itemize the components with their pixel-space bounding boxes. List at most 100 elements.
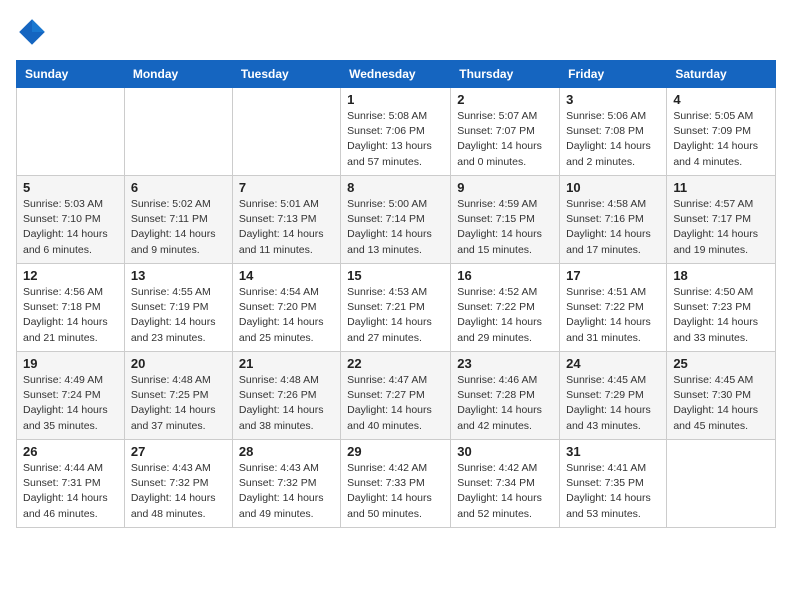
day-info: Sunrise: 5:01 AM Sunset: 7:13 PM Dayligh…: [239, 197, 334, 258]
calendar-week-row: 19Sunrise: 4:49 AM Sunset: 7:24 PM Dayli…: [17, 352, 776, 440]
day-number: 9: [457, 180, 553, 195]
logo: [16, 16, 52, 48]
calendar-week-row: 12 Sunrise: 4:56 AM Sunset: 7:18 PM Dayli…: [17, 264, 776, 352]
day-info: Sunrise: 4:56 AM Sunset: 7:18 PM Dayligh…: [23, 285, 118, 346]
day-number: 16: [457, 268, 553, 283]
day-number: 21: [239, 356, 334, 371]
calendar-day-cell: [124, 88, 232, 176]
day-info: Sunrise: 4:52 AM Sunset: 7:22 PM Dayligh…: [457, 285, 553, 346]
calendar-day-cell: 9 Sunrise: 4:59 AM Sunset: 7:15 PM Daylig…: [451, 176, 560, 264]
weekday-header-cell: Sunday: [17, 61, 125, 88]
calendar-day-cell: 13 Sunrise: 4:55 AM Sunset: 7:19 PM Dayli…: [124, 264, 232, 352]
weekday-header-row: SundayMondayTuesdayWednesdayThursdayFrid…: [17, 61, 776, 88]
calendar-day-cell: 12 Sunrise: 4:56 AM Sunset: 7:18 PM Dayli…: [17, 264, 125, 352]
day-number: 11: [673, 180, 769, 195]
calendar-day-cell: 10 Sunrise: 4:58 AM Sunset: 7:16 PM Dayli…: [560, 176, 667, 264]
day-number: 24: [566, 356, 660, 371]
day-number: 5: [23, 180, 118, 195]
calendar-week-row: 26Sunrise: 4:44 AM Sunset: 7:31 PM Dayli…: [17, 440, 776, 528]
day-info: Sunrise: 4:57 AM Sunset: 7:17 PM Dayligh…: [673, 197, 769, 258]
day-number: 31: [566, 444, 660, 459]
calendar-day-cell: 28 Sunrise: 4:43 AM Sunset: 7:32 PM Dayli…: [232, 440, 340, 528]
calendar-day-cell: 20Sunrise: 4:48 AM Sunset: 7:25 PM Dayli…: [124, 352, 232, 440]
day-number: 14: [239, 268, 334, 283]
day-number: 7: [239, 180, 334, 195]
day-info: Sunrise: 5:06 AM Sunset: 7:08 PM Dayligh…: [566, 109, 660, 170]
day-number: 29: [347, 444, 444, 459]
day-info: Sunrise: 5:08 AM Sunset: 7:06 PM Dayligh…: [347, 109, 444, 170]
day-number: 13: [131, 268, 226, 283]
calendar-day-cell: 29 Sunrise: 4:42 AM Sunset: 7:33 PM Dayli…: [341, 440, 451, 528]
calendar-day-cell: 24 Sunrise: 4:45 AM Sunset: 7:29 PM Dayli…: [560, 352, 667, 440]
calendar-body: 1 Sunrise: 5:08 AM Sunset: 7:06 PM Daylig…: [17, 88, 776, 528]
day-number: 30: [457, 444, 553, 459]
calendar-day-cell: 14 Sunrise: 4:54 AM Sunset: 7:20 PM Dayli…: [232, 264, 340, 352]
calendar-week-row: 1 Sunrise: 5:08 AM Sunset: 7:06 PM Daylig…: [17, 88, 776, 176]
calendar-day-cell: 2Sunrise: 5:07 AM Sunset: 7:07 PM Daylig…: [451, 88, 560, 176]
day-number: 20: [131, 356, 226, 371]
day-number: 2: [457, 92, 553, 107]
calendar-day-cell: 23Sunrise: 4:46 AM Sunset: 7:28 PM Dayli…: [451, 352, 560, 440]
day-info: Sunrise: 4:47 AM Sunset: 7:27 PM Dayligh…: [347, 373, 444, 434]
weekday-header-cell: Friday: [560, 61, 667, 88]
calendar-table: SundayMondayTuesdayWednesdayThursdayFrid…: [16, 60, 776, 528]
day-info: Sunrise: 4:55 AM Sunset: 7:19 PM Dayligh…: [131, 285, 226, 346]
day-info: Sunrise: 5:05 AM Sunset: 7:09 PM Dayligh…: [673, 109, 769, 170]
day-number: 6: [131, 180, 226, 195]
day-info: Sunrise: 4:45 AM Sunset: 7:29 PM Dayligh…: [566, 373, 660, 434]
day-info: Sunrise: 4:59 AM Sunset: 7:15 PM Dayligh…: [457, 197, 553, 258]
day-info: Sunrise: 4:49 AM Sunset: 7:24 PM Dayligh…: [23, 373, 118, 434]
day-number: 3: [566, 92, 660, 107]
day-number: 25: [673, 356, 769, 371]
weekday-header-cell: Thursday: [451, 61, 560, 88]
day-number: 22: [347, 356, 444, 371]
calendar-day-cell: 21 Sunrise: 4:48 AM Sunset: 7:26 PM Dayli…: [232, 352, 340, 440]
calendar-day-cell: [17, 88, 125, 176]
day-info: Sunrise: 4:48 AM Sunset: 7:26 PM Dayligh…: [239, 373, 334, 434]
day-info: Sunrise: 4:41 AM Sunset: 7:35 PM Dayligh…: [566, 461, 660, 522]
weekday-header-cell: Saturday: [667, 61, 776, 88]
day-info: Sunrise: 5:00 AM Sunset: 7:14 PM Dayligh…: [347, 197, 444, 258]
day-number: 1: [347, 92, 444, 107]
logo-icon: [16, 16, 48, 48]
day-number: 27: [131, 444, 226, 459]
day-info: Sunrise: 4:43 AM Sunset: 7:32 PM Dayligh…: [239, 461, 334, 522]
day-info: Sunrise: 4:42 AM Sunset: 7:33 PM Dayligh…: [347, 461, 444, 522]
day-number: 17: [566, 268, 660, 283]
day-info: Sunrise: 4:50 AM Sunset: 7:23 PM Dayligh…: [673, 285, 769, 346]
day-number: 4: [673, 92, 769, 107]
calendar-day-cell: 4 Sunrise: 5:05 AM Sunset: 7:09 PM Daylig…: [667, 88, 776, 176]
day-number: 8: [347, 180, 444, 195]
day-number: 12: [23, 268, 118, 283]
calendar-day-cell: 6 Sunrise: 5:02 AM Sunset: 7:11 PM Daylig…: [124, 176, 232, 264]
day-number: 15: [347, 268, 444, 283]
weekday-header-cell: Wednesday: [341, 61, 451, 88]
calendar-day-cell: 8 Sunrise: 5:00 AM Sunset: 7:14 PM Daylig…: [341, 176, 451, 264]
day-info: Sunrise: 4:46 AM Sunset: 7:28 PM Dayligh…: [457, 373, 553, 434]
weekday-header-cell: Monday: [124, 61, 232, 88]
calendar-day-cell: [232, 88, 340, 176]
calendar-day-cell: 18Sunrise: 4:50 AM Sunset: 7:23 PM Dayli…: [667, 264, 776, 352]
day-info: Sunrise: 5:02 AM Sunset: 7:11 PM Dayligh…: [131, 197, 226, 258]
calendar-week-row: 5Sunrise: 5:03 AM Sunset: 7:10 PM Daylig…: [17, 176, 776, 264]
calendar-day-cell: 15 Sunrise: 4:53 AM Sunset: 7:21 PM Dayli…: [341, 264, 451, 352]
calendar-day-cell: 25 Sunrise: 4:45 AM Sunset: 7:30 PM Dayli…: [667, 352, 776, 440]
page-header: [16, 16, 776, 48]
calendar-day-cell: 16 Sunrise: 4:52 AM Sunset: 7:22 PM Dayli…: [451, 264, 560, 352]
calendar-day-cell: 1 Sunrise: 5:08 AM Sunset: 7:06 PM Daylig…: [341, 88, 451, 176]
calendar-day-cell: 3 Sunrise: 5:06 AM Sunset: 7:08 PM Daylig…: [560, 88, 667, 176]
day-info: Sunrise: 4:51 AM Sunset: 7:22 PM Dayligh…: [566, 285, 660, 346]
calendar-day-cell: 17 Sunrise: 4:51 AM Sunset: 7:22 PM Dayli…: [560, 264, 667, 352]
day-info: Sunrise: 4:45 AM Sunset: 7:30 PM Dayligh…: [673, 373, 769, 434]
calendar-day-cell: 26Sunrise: 4:44 AM Sunset: 7:31 PM Dayli…: [17, 440, 125, 528]
day-info: Sunrise: 4:54 AM Sunset: 7:20 PM Dayligh…: [239, 285, 334, 346]
day-number: 26: [23, 444, 118, 459]
day-number: 28: [239, 444, 334, 459]
calendar-day-cell: 30 Sunrise: 4:42 AM Sunset: 7:34 PM Dayli…: [451, 440, 560, 528]
day-number: 10: [566, 180, 660, 195]
day-info: Sunrise: 4:43 AM Sunset: 7:32 PM Dayligh…: [131, 461, 226, 522]
weekday-header-cell: Tuesday: [232, 61, 340, 88]
day-info: Sunrise: 4:58 AM Sunset: 7:16 PM Dayligh…: [566, 197, 660, 258]
day-info: Sunrise: 4:53 AM Sunset: 7:21 PM Dayligh…: [347, 285, 444, 346]
day-info: Sunrise: 4:42 AM Sunset: 7:34 PM Dayligh…: [457, 461, 553, 522]
